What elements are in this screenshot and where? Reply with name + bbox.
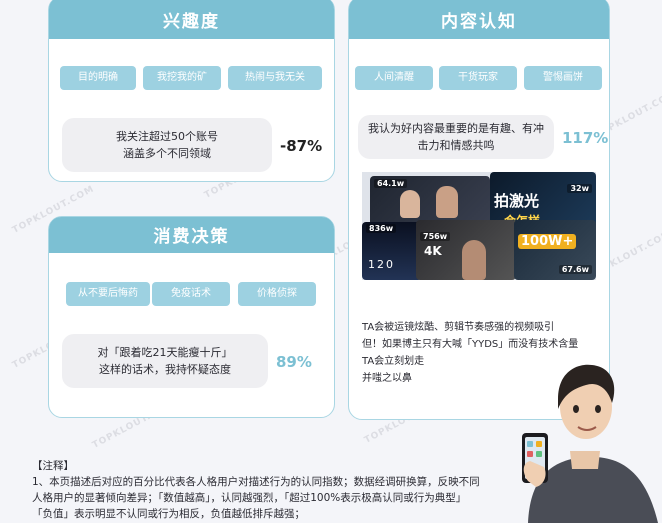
content-statement: 我认为好内容最重要的是有趣、有冲 击力和情感共鸣 — [358, 115, 554, 159]
interest-title: 兴趣度 — [49, 0, 334, 39]
headline-text: 120 — [368, 258, 395, 271]
character-illustration — [522, 364, 658, 523]
content-tag: 人间清醒 — [355, 66, 433, 90]
interest-tag: 目的明确 — [60, 66, 136, 90]
headline-text: 拍激光 — [494, 192, 540, 210]
content-caption: 并嗤之以鼻 — [362, 373, 412, 384]
content-caption: 但！如果博主只有大喊「YYDS」而没有技术含量 — [362, 339, 579, 350]
headline-text: 100W+ — [518, 234, 577, 249]
content-tag: 干货玩家 — [439, 66, 517, 90]
decision-title: 消费决策 — [49, 217, 334, 253]
content-tag: 警惕画饼 — [524, 66, 602, 90]
decision-tag: 价格侦探 — [238, 282, 316, 306]
person-icon — [462, 240, 486, 280]
content-value: 117% — [562, 129, 609, 147]
notes-line: 1、本页描述后对应的百分比代表各人格用户对描述行为的认同指数；数据经调研换算，反… — [32, 476, 480, 488]
video-thumb: 756w 4K — [416, 220, 516, 280]
view-count: 64.1w — [374, 179, 408, 188]
decision-statement: 对「跟着吃21天能瘦十斤」 这样的话术，我持怀疑态度 — [62, 334, 268, 388]
decision-tag: 从不要后悔药 — [66, 282, 150, 306]
notes-line: 人格用户的显著倾向差异；「数值越高」，认同越强烈，「超过100%表示极高认同或行… — [32, 492, 467, 504]
notes-heading: 【注释】 — [32, 460, 74, 472]
interest-tag: 热闹与我无关 — [228, 66, 322, 90]
decision-value: 89% — [276, 353, 312, 371]
decision-tag: 免疫话术 — [152, 282, 230, 306]
video-thumb: 836w 120 — [362, 222, 422, 280]
content-caption: TA会立刻划走 — [362, 356, 425, 367]
video-thumb: 100W+ 67.6w — [514, 220, 596, 280]
interest-tag: 我挖我的矿 — [143, 66, 221, 90]
person-icon — [436, 186, 458, 218]
notes-line: 「负值」表示明显不认同或行为相反，负值越低排斥越强； — [32, 508, 305, 520]
video-collage: 64.1w 32w 拍激光 会怎样 836w 120 756w 4K 100W+… — [362, 172, 596, 280]
view-count: 756w — [420, 232, 451, 241]
view-count: 32w — [567, 184, 592, 193]
content-title: 内容认知 — [349, 0, 609, 39]
interest-value: -87% — [280, 137, 323, 155]
view-count: 67.6w — [558, 265, 592, 274]
person-icon — [400, 190, 420, 218]
headline-text: 4K — [424, 244, 442, 258]
interest-statement: 我关注超过50个账号 涵盖多个不同领域 — [62, 118, 272, 172]
view-count: 836w — [366, 224, 397, 233]
content-caption: TA会被运镜炫酷、剪辑节奏感强的视频吸引 — [362, 322, 555, 333]
